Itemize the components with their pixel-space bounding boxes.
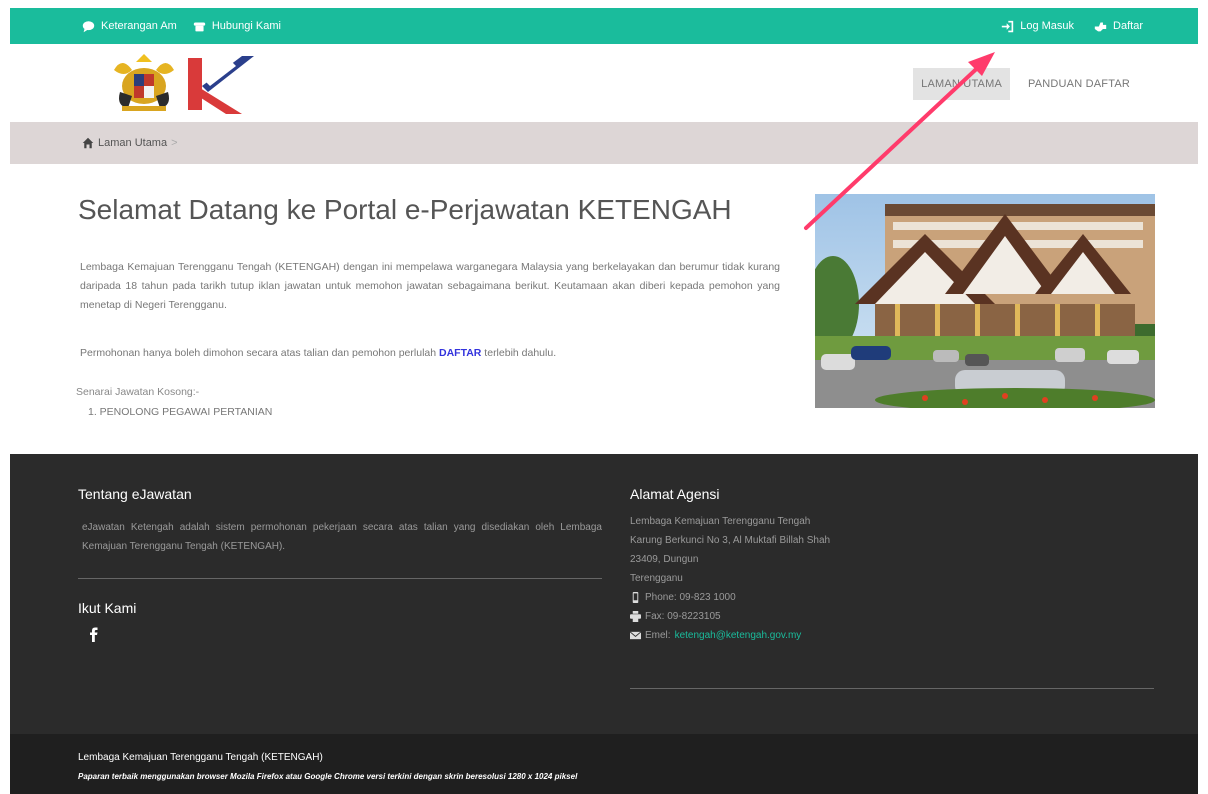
phone-row: Phone: 09-823 1000 <box>630 588 1050 607</box>
agency-logo[interactable] <box>102 52 257 116</box>
footer: Tentang eJawatan eJawatan Ketengah adala… <box>10 454 1198 734</box>
info-link-label: Keterangan Am <box>101 20 177 32</box>
intro-paragraph: Lembaga Kemajuan Terengganu Tengah (KETE… <box>80 261 780 311</box>
about-divider <box>78 578 602 579</box>
page-title: Selamat Datang ke Portal e-Perjawatan KE… <box>78 194 732 225</box>
home-icon <box>82 137 94 149</box>
phone-number: Phone: 09-823 1000 <box>645 592 736 603</box>
login-link[interactable]: Log Masuk <box>1001 20 1074 33</box>
address-line: Karung Berkunci No 3, Al Muktafi Billah … <box>630 535 831 546</box>
fax-number: Fax: 09-8223105 <box>645 611 721 622</box>
about-text: eJawatan Ketengah adalah sistem permohon… <box>82 522 602 552</box>
contact-link[interactable]: Hubungi Kami <box>193 20 281 33</box>
vacancy-item: 1. PENOLONG PEGAWAI PERTANIAN <box>88 406 273 418</box>
main-nav: LAMAN UTAMA PANDUAN DAFTAR <box>913 68 1138 100</box>
address-block: Lembaga Kemajuan Terengganu Tengah Karun… <box>630 512 1050 645</box>
address-line: Lembaga Kemajuan Terengganu Tengah <box>630 516 811 527</box>
printer-icon <box>630 611 641 622</box>
browser-note: Paparan terbaik menggunakan browser Mozi… <box>78 772 578 781</box>
follow-title: Ikut Kami <box>78 600 137 616</box>
mobile-icon <box>632 592 639 603</box>
envelope-icon <box>630 631 641 640</box>
building-photo <box>815 194 1155 408</box>
nav-home[interactable]: LAMAN UTAMA <box>913 68 1010 100</box>
chat-icon <box>82 20 95 32</box>
address-line: Terengganu <box>630 573 683 584</box>
address-title: Alamat Agensi <box>630 486 720 502</box>
apply-paragraph: Permohonan hanya boleh dimohon secara at… <box>80 344 780 363</box>
sign-in-icon <box>1002 20 1014 32</box>
org-name: Lembaga Kemajuan Terengganu Tengah (KETE… <box>78 752 323 763</box>
top-bar: Keterangan Am Hubungi Kami Log Masuk Daf… <box>10 8 1198 44</box>
fax-row: Fax: 09-8223105 <box>630 607 1050 626</box>
main-content: Selamat Datang ke Portal e-Perjawatan KE… <box>10 164 1198 454</box>
apply-text-before: Permohonan hanya boleh dimohon secara at… <box>80 347 439 359</box>
bottom-bar: Lembaga Kemajuan Terengganu Tengah (KETE… <box>10 734 1198 794</box>
breadcrumb: Laman Utama > <box>10 122 1198 164</box>
address-line: 23409, Dungun <box>630 554 699 565</box>
register-inline-link[interactable]: DAFTAR <box>439 347 481 359</box>
apply-text-after: terlebih dahulu. <box>481 347 557 359</box>
register-link-label: Daftar <box>1113 20 1143 32</box>
address-divider <box>630 688 1154 689</box>
email-link[interactable]: ketengah@ketengah.gov.my <box>675 626 802 645</box>
facebook-icon[interactable] <box>88 626 100 642</box>
about-title: Tentang eJawatan <box>78 486 192 502</box>
email-label: Emel: <box>645 630 671 641</box>
contact-link-label: Hubungi Kami <box>211 20 281 32</box>
info-link[interactable]: Keterangan Am <box>82 20 177 33</box>
login-link-label: Log Masuk <box>1020 20 1075 32</box>
hand-pointer-icon <box>1094 21 1107 31</box>
breadcrumb-separator: > <box>171 137 178 149</box>
phone-icon <box>193 21 206 31</box>
nav-register-guide[interactable]: PANDUAN DAFTAR <box>1020 68 1138 100</box>
breadcrumb-home[interactable]: Laman Utama <box>98 137 167 149</box>
email-row: Emel: ketengah@ketengah.gov.my <box>630 626 1050 645</box>
register-link[interactable]: Daftar <box>1094 20 1143 33</box>
header: LAMAN UTAMA PANDUAN DAFTAR <box>10 44 1198 122</box>
vacancy-list-label: Senarai Jawatan Kosong:- <box>76 386 200 398</box>
